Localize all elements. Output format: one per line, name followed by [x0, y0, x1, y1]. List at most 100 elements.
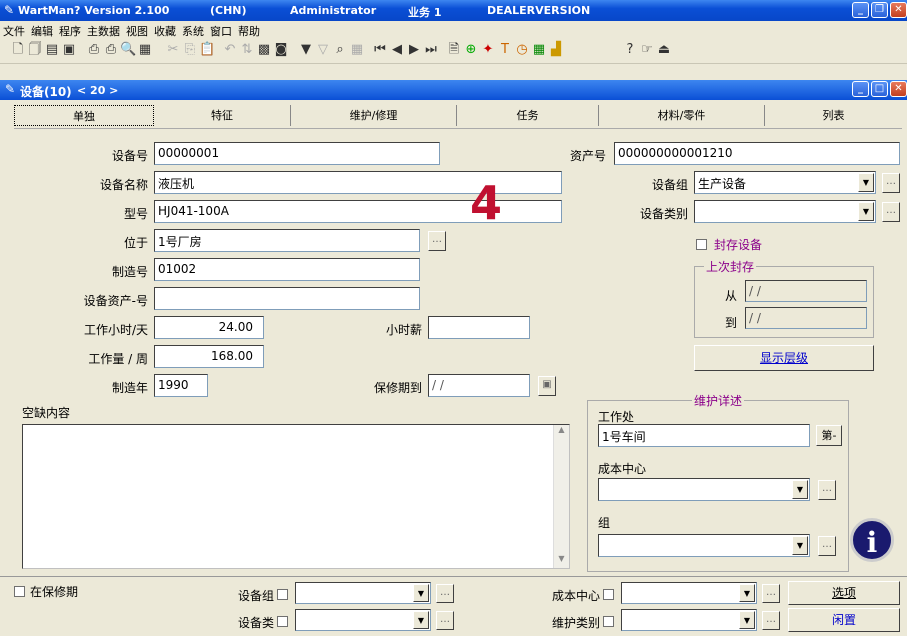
filter-maint-type-select[interactable]: [621, 609, 757, 631]
chevron-down-icon[interactable]: ▼: [413, 611, 429, 629]
close-icon[interactable]: ✕: [890, 2, 907, 18]
chevron-down-icon[interactable]: ▼: [858, 173, 874, 192]
hourly-wage-field[interactable]: [428, 316, 530, 339]
workload-field[interactable]: 168.00: [154, 345, 264, 368]
text-icon[interactable]: T: [497, 42, 513, 58]
asset-no-field[interactable]: 000000000001210: [614, 142, 900, 165]
info-icon[interactable]: i: [850, 518, 894, 562]
in-warranty-checkbox[interactable]: [14, 586, 25, 597]
tool-icon[interactable]: ✦: [480, 42, 496, 58]
prev-record-icon[interactable]: ◀: [389, 42, 405, 58]
filter-maint-type-browse-button[interactable]: …: [762, 611, 780, 630]
image-icon[interactable]: ▩: [256, 42, 272, 58]
window-minimize-icon[interactable]: _: [852, 81, 869, 97]
copy-icon[interactable]: ⎘: [182, 42, 198, 58]
chevron-down-icon[interactable]: ▼: [739, 584, 755, 602]
filter-cost-center-browse-button[interactable]: …: [762, 584, 780, 603]
filter-icon[interactable]: ▼: [298, 42, 314, 58]
cost-center-select[interactable]: [598, 478, 810, 501]
copy-doc-icon[interactable]: 🗍: [27, 42, 43, 58]
group-browse-button[interactable]: …: [818, 536, 836, 556]
paste-icon[interactable]: 📋: [199, 42, 215, 58]
chevron-down-icon[interactable]: ▼: [792, 480, 808, 499]
tab-maintenance[interactable]: 维护/修理: [291, 105, 457, 126]
print-icon[interactable]: ⎙: [86, 42, 102, 58]
filter-equip-type-select[interactable]: [295, 609, 431, 631]
tab-materials[interactable]: 材料/零件: [599, 105, 765, 126]
workplace-field[interactable]: 1号车间: [598, 424, 810, 447]
new-icon[interactable]: 🗋: [10, 42, 26, 58]
help-icon[interactable]: ?: [622, 42, 638, 58]
filter-equip-group-browse-button[interactable]: …: [436, 584, 454, 603]
warranty-field[interactable]: / /: [428, 374, 530, 397]
scroll-down-icon[interactable]: ▼: [554, 554, 569, 568]
add-icon[interactable]: ⊕: [463, 42, 479, 58]
table-icon[interactable]: ▦: [349, 42, 365, 58]
filter-equip-group-select[interactable]: [295, 582, 431, 604]
equip-asset-field[interactable]: [154, 287, 420, 310]
vacancy-memo[interactable]: ▲ ▼: [22, 424, 570, 569]
equip-group-select[interactable]: 生产设备: [694, 171, 876, 194]
workplace-page-button[interactable]: 第-: [816, 425, 842, 446]
equip-type-select[interactable]: [694, 200, 876, 223]
restore-icon[interactable]: ❐: [871, 2, 888, 18]
window-maximize-icon[interactable]: □: [871, 81, 888, 97]
chevron-down-icon[interactable]: ▼: [413, 584, 429, 602]
tab-features[interactable]: 特征: [154, 105, 291, 126]
filter-equip-type-checkbox[interactable]: [277, 616, 288, 627]
work-hours-field[interactable]: 24.00: [154, 316, 264, 339]
minimize-icon[interactable]: _: [852, 2, 869, 18]
sort-icon[interactable]: ⇅: [239, 42, 255, 58]
equip-type-browse-button[interactable]: …: [882, 202, 900, 222]
document-icon[interactable]: 🗎: [446, 42, 462, 58]
camera-icon[interactable]: ◙: [273, 42, 289, 58]
clock-icon[interactable]: ◷: [514, 42, 530, 58]
preview-icon[interactable]: 🔍: [120, 42, 136, 58]
save-icon[interactable]: ▣: [61, 42, 77, 58]
tab-list[interactable]: 列表: [765, 105, 902, 126]
tab-tasks[interactable]: 任务: [457, 105, 599, 126]
seal-from-field[interactable]: / /: [745, 280, 867, 302]
equip-no-field[interactable]: 00000001: [154, 142, 440, 165]
filter-off-icon[interactable]: ▽: [315, 42, 331, 58]
equip-group-browse-button[interactable]: …: [882, 173, 900, 193]
memo-scrollbar[interactable]: ▲ ▼: [553, 425, 569, 568]
filter-cost-center-select[interactable]: [621, 582, 757, 604]
filter-equip-group-checkbox[interactable]: [277, 589, 288, 600]
first-record-icon[interactable]: ⏮: [372, 42, 388, 58]
group-select[interactable]: [598, 534, 810, 557]
cost-center-browse-button[interactable]: …: [818, 480, 836, 500]
show-level-button[interactable]: 显示层级: [694, 345, 874, 371]
search-icon[interactable]: ⌕: [332, 42, 348, 58]
context-help-icon[interactable]: ☞: [639, 42, 655, 58]
chevron-down-icon[interactable]: ▼: [858, 202, 874, 221]
cut-icon[interactable]: ✂: [165, 42, 181, 58]
filter-cost-center-checkbox[interactable]: [603, 589, 614, 600]
mfg-year-field[interactable]: 1990: [154, 374, 208, 397]
options-button[interactable]: 选项: [788, 581, 900, 605]
next-record-icon[interactable]: ▶: [406, 42, 422, 58]
location-browse-button[interactable]: …: [428, 231, 446, 251]
open-icon[interactable]: ▤: [44, 42, 60, 58]
export-icon[interactable]: ▦: [137, 42, 153, 58]
mfg-no-field[interactable]: 01002: [154, 258, 420, 281]
chart-icon[interactable]: ▟: [548, 42, 564, 58]
last-record-icon[interactable]: ⏭: [423, 42, 439, 58]
undo-icon[interactable]: ↶: [222, 42, 238, 58]
chevron-down-icon[interactable]: ▼: [739, 611, 755, 629]
sealed-checkbox[interactable]: [696, 239, 707, 250]
calendar-icon[interactable]: ▣: [538, 376, 556, 396]
seal-to-field[interactable]: / /: [745, 307, 867, 329]
idle-button[interactable]: 闲置: [788, 608, 900, 632]
filter-equip-type-browse-button[interactable]: …: [436, 611, 454, 630]
grid-icon[interactable]: ▦: [531, 42, 547, 58]
filter-maint-type-checkbox[interactable]: [603, 616, 614, 627]
tab-individual[interactable]: 单独: [14, 105, 154, 126]
print-setup-icon[interactable]: ⎙: [103, 42, 119, 58]
exit-icon[interactable]: ⏏: [656, 42, 672, 58]
chevron-down-icon[interactable]: ▼: [792, 536, 808, 555]
window-close-icon[interactable]: ✕: [890, 81, 907, 97]
scroll-up-icon[interactable]: ▲: [554, 425, 569, 439]
location-field[interactable]: 1号厂房: [154, 229, 420, 252]
workplace-label: 工作处: [598, 410, 635, 424]
